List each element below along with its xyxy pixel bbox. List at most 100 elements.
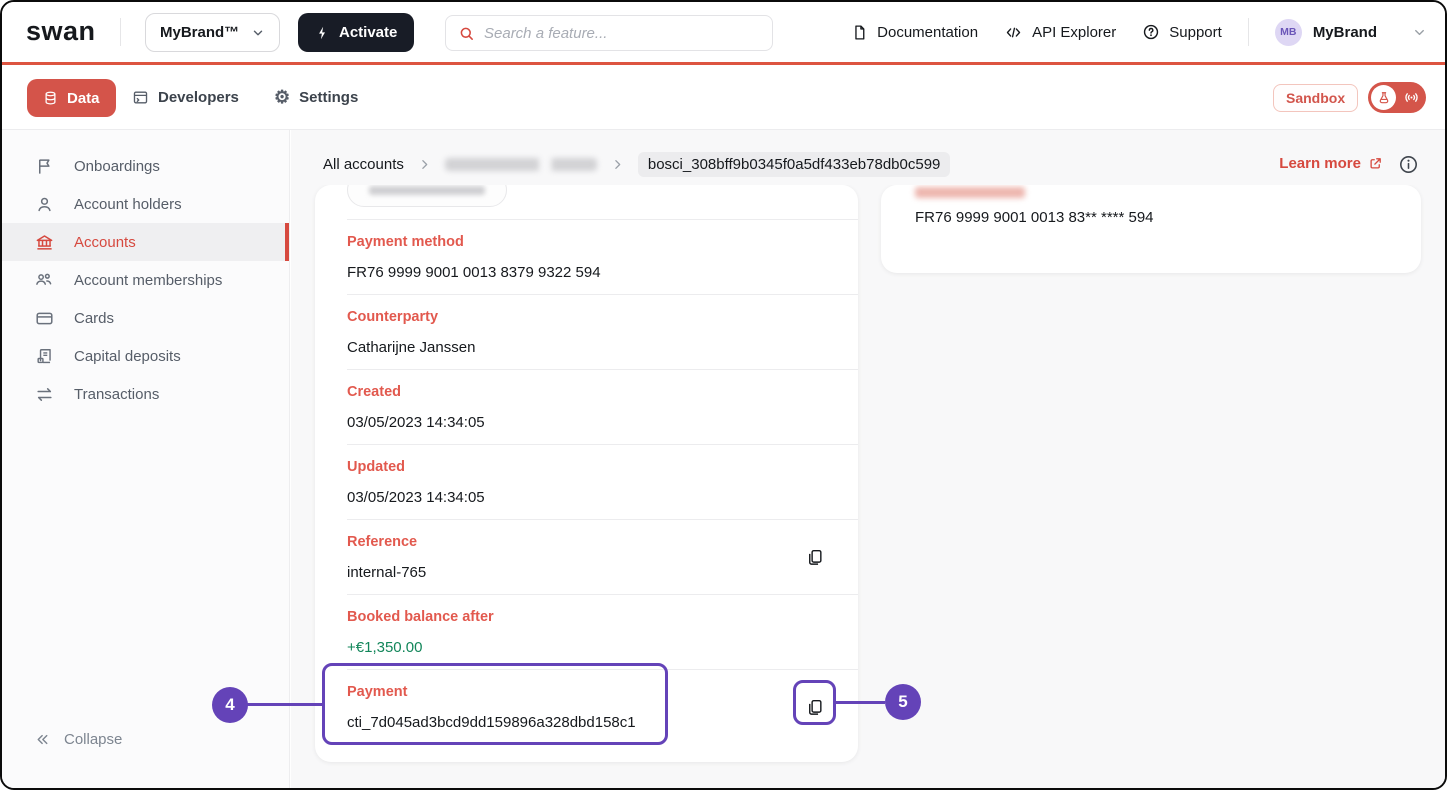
search-icon: [458, 25, 475, 42]
tab-data-label: Data: [67, 90, 100, 107]
sidebar-item-capital-deposits[interactable]: Capital deposits: [2, 337, 289, 375]
sidebar-item-cards[interactable]: Cards: [2, 299, 289, 337]
field-updated: Updated 03/05/2023 14:34:05: [347, 445, 826, 519]
breadcrumb: All accounts bosci_308bff9b0345f0a5df433…: [323, 151, 950, 177]
sidebar-item-onboardings[interactable]: Onboardings: [2, 147, 289, 185]
header-right-group: Documentation API Explorer Support MB My…: [851, 2, 1427, 62]
chevron-right-icon: [418, 158, 431, 171]
brand-selector-label: MyBrand™: [160, 24, 239, 41]
masked-iban-value: FR76 9999 9001 0013 83** **** 594: [915, 209, 1387, 226]
lightning-bolt-icon: [315, 25, 330, 41]
field-value: 03/05/2023 14:34:05: [347, 488, 826, 507]
sidebar-collapse-button[interactable]: Collapse: [34, 731, 122, 748]
field-created: Created 03/05/2023 14:34:05: [347, 370, 826, 444]
gear-icon: ⚙: [274, 88, 290, 106]
info-icon[interactable]: [1398, 154, 1419, 175]
people-icon: [34, 270, 54, 290]
field-label: Booked balance after: [347, 608, 826, 626]
field-value: Catharijne Janssen: [347, 338, 826, 357]
field-value: internal-765: [347, 563, 826, 582]
code-icon: [1004, 24, 1023, 41]
breadcrumb-redacted-item[interactable]: [445, 158, 597, 171]
annotation-callout-5: 5: [885, 684, 921, 720]
section-tabbar: Data Developers ⚙ Settings Sandbox: [2, 65, 1445, 130]
swan-logo: swan: [26, 16, 96, 47]
documentation-label: Documentation: [877, 24, 978, 41]
transaction-type-chip-redacted: [347, 185, 507, 207]
redacted-field-label: [915, 187, 1025, 198]
toggle-knob: [1371, 85, 1396, 110]
activate-label: Activate: [339, 24, 397, 41]
tab-settings[interactable]: ⚙ Settings: [274, 65, 358, 129]
field-value: 03/05/2023 14:34:05: [347, 413, 826, 432]
learn-more-label: Learn more: [1279, 155, 1361, 172]
breadcrumb-all-accounts[interactable]: All accounts: [323, 156, 404, 173]
feature-search[interactable]: [445, 15, 773, 51]
double-chevron-left-icon: [34, 731, 51, 748]
external-link-icon: [1368, 156, 1383, 171]
support-label: Support: [1169, 24, 1222, 41]
annotation-box-copy-button: [793, 680, 836, 725]
sidebar: Onboardings Account holders Accounts Acc…: [2, 130, 290, 788]
creditor-iban-card: FR76 9999 9001 0013 83** **** 594: [881, 185, 1421, 273]
field-label: Created: [347, 383, 826, 401]
help-icon: [1142, 23, 1160, 41]
environment-toggle[interactable]: [1368, 82, 1426, 113]
copy-reference-button[interactable]: [803, 545, 826, 570]
live-signal-icon: [1403, 89, 1420, 106]
tab-data[interactable]: Data: [27, 79, 116, 117]
search-input[interactable]: [484, 25, 760, 42]
bank-icon: [34, 233, 54, 252]
sandbox-badge: Sandbox: [1273, 84, 1358, 112]
api-explorer-link[interactable]: API Explorer: [1004, 24, 1116, 41]
sidebar-item-label: Account memberships: [74, 272, 222, 289]
tab-developers-label: Developers: [158, 89, 239, 106]
sidebar-item-account-memberships[interactable]: Account memberships: [2, 261, 289, 299]
field-counterparty: Counterparty Catharijne Janssen: [347, 295, 826, 369]
card-icon: [34, 309, 54, 328]
document-icon: [851, 24, 868, 41]
documentation-link[interactable]: Documentation: [851, 24, 978, 41]
sidebar-item-label: Capital deposits: [74, 348, 181, 365]
sidebar-item-label: Accounts: [74, 234, 136, 251]
field-label: Payment method: [347, 233, 826, 251]
field-value-positive-amount: +€1,350.00: [347, 638, 826, 657]
avatar: MB: [1275, 19, 1302, 46]
tab-developers[interactable]: Developers: [132, 65, 239, 129]
support-link[interactable]: Support: [1142, 23, 1222, 41]
transfer-icon: [34, 385, 54, 404]
sidebar-item-label: Account holders: [74, 196, 182, 213]
database-icon: [43, 90, 58, 106]
person-icon: [34, 195, 54, 214]
redacted-text: [369, 186, 485, 195]
activate-button[interactable]: Activate: [298, 13, 414, 52]
field-booked-balance-after: Booked balance after +€1,350.00: [347, 595, 826, 669]
header-divider-2: [1248, 18, 1249, 46]
user-name: MyBrand: [1313, 24, 1377, 41]
field-payment-method: Payment method FR76 9999 9001 0013 8379 …: [347, 220, 826, 294]
user-menu[interactable]: MB MyBrand: [1275, 19, 1427, 46]
annotation-line-4: [247, 703, 322, 706]
chevron-down-icon: [1412, 25, 1427, 40]
collapse-label: Collapse: [64, 731, 122, 748]
chevron-right-icon: [611, 158, 624, 171]
sidebar-item-label: Transactions: [74, 386, 159, 403]
top-header: swan MyBrand™ Activate D: [2, 2, 1445, 62]
field-reference: Reference internal-765: [347, 520, 826, 594]
header-divider: [120, 18, 121, 46]
api-explorer-label: API Explorer: [1032, 24, 1116, 41]
tab-settings-label: Settings: [299, 89, 358, 106]
sidebar-item-transactions[interactable]: Transactions: [2, 375, 289, 413]
flag-icon: [34, 157, 54, 176]
field-value: FR76 9999 9001 0013 8379 9322 594: [347, 263, 826, 282]
field-label: Reference: [347, 533, 826, 551]
field-label: Updated: [347, 458, 826, 476]
brand-selector[interactable]: MyBrand™: [145, 13, 280, 52]
sidebar-item-account-holders[interactable]: Account holders: [2, 185, 289, 223]
breadcrumb-current-account-id: bosci_308bff9b0345f0a5df433eb78db0c599: [638, 152, 951, 177]
terminal-icon: [132, 89, 149, 106]
annotation-box-payment-field: [322, 663, 668, 745]
learn-more-link[interactable]: Learn more: [1279, 155, 1383, 172]
chevron-down-icon: [251, 26, 265, 40]
sidebar-item-accounts[interactable]: Accounts: [2, 223, 289, 261]
